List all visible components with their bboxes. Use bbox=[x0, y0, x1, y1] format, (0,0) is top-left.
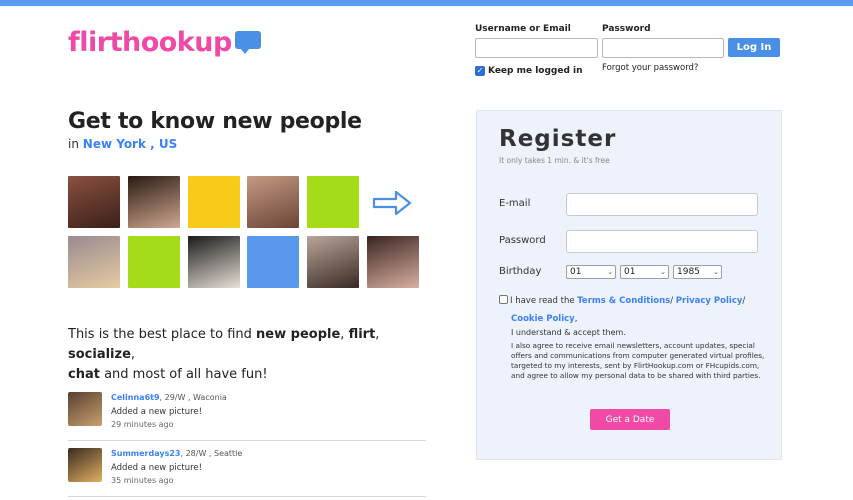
checkbox-checked-icon[interactable]: ✓ bbox=[475, 66, 485, 76]
page-headline: Get to know new people bbox=[68, 109, 362, 134]
chevron-down-icon: ⌄ bbox=[713, 268, 719, 276]
birthday-day-value: 01 bbox=[570, 267, 582, 277]
birthday-month-select[interactable]: 01 ⌄ bbox=[620, 265, 669, 279]
logo-text: flirthookup bbox=[68, 27, 232, 58]
photo-placeholder bbox=[128, 236, 180, 288]
activity-action: Added a new picture! bbox=[111, 407, 203, 417]
tagline-bold: socialize bbox=[68, 347, 131, 362]
photo-placeholder bbox=[307, 176, 359, 228]
username-input[interactable] bbox=[475, 38, 598, 58]
location-prefix: in bbox=[68, 137, 79, 151]
photo-placeholder bbox=[188, 176, 240, 228]
terms-checkbox[interactable] bbox=[499, 295, 508, 304]
profile-photo[interactable] bbox=[367, 236, 419, 288]
email-field[interactable] bbox=[566, 193, 758, 216]
birthday-month-value: 01 bbox=[624, 267, 636, 277]
cookie-policy-link[interactable]: Cookie Policy bbox=[511, 314, 575, 324]
agreement-text: I also agree to receive email newsletter… bbox=[511, 341, 765, 380]
activity-username[interactable]: Summerdays23 bbox=[111, 449, 181, 458]
keep-logged-in-label: Keep me logged in bbox=[488, 66, 583, 76]
profile-photo[interactable] bbox=[247, 176, 299, 228]
birthday-year-select[interactable]: 1985 ⌄ bbox=[673, 265, 722, 279]
tagline-text: and most of all have fun! bbox=[99, 367, 268, 382]
terms-link[interactable]: Terms & Conditions bbox=[577, 296, 670, 306]
register-panel: Register It only takes 1 min. & it's fre… bbox=[476, 110, 782, 460]
activity-user-details: , 29/W , Waconia bbox=[159, 393, 227, 402]
keep-logged-in[interactable]: ✓ Keep me logged in bbox=[475, 66, 583, 76]
email-label: E-mail bbox=[499, 198, 531, 209]
photo-placeholder bbox=[247, 236, 299, 288]
password-label: Password bbox=[602, 24, 651, 34]
activity-time: 29 minutes ago bbox=[111, 420, 174, 429]
register-title: Register bbox=[499, 126, 617, 152]
profile-photo[interactable] bbox=[68, 236, 120, 288]
activity-user-details: , 28/W , Seattle bbox=[180, 449, 243, 458]
avatar[interactable] bbox=[68, 392, 102, 426]
profile-photo[interactable] bbox=[307, 236, 359, 288]
terms-prefix: I have read the bbox=[510, 296, 578, 306]
chevron-down-icon: ⌄ bbox=[660, 268, 666, 276]
top-accent-bar bbox=[0, 0, 853, 6]
password-input[interactable] bbox=[602, 38, 724, 58]
register-password-label: Password bbox=[499, 235, 546, 246]
username-label: Username or Email bbox=[475, 24, 571, 34]
profile-photo[interactable] bbox=[188, 236, 240, 288]
register-subtitle: It only takes 1 min. & it's free bbox=[499, 156, 610, 165]
tagline-bold: flirt bbox=[348, 327, 376, 342]
tagline-text: This is the best place to find bbox=[68, 327, 257, 342]
location-link[interactable]: New York , US bbox=[83, 137, 177, 151]
birthday-label: Birthday bbox=[499, 266, 542, 277]
forgot-password-link[interactable]: Forgot your password? bbox=[602, 63, 698, 73]
tagline-bold: chat bbox=[68, 367, 100, 382]
tagline: This is the best place to find new peopl… bbox=[68, 325, 438, 385]
birthday-year-value: 1985 bbox=[677, 267, 700, 277]
chevron-down-icon: ⌄ bbox=[607, 268, 613, 276]
activity-user-line: Celinna6t9, 29/W , Waconia bbox=[111, 393, 227, 402]
tagline-bold: new people bbox=[256, 327, 341, 342]
accept-text: I understand & accept them. bbox=[511, 328, 626, 337]
terms-consent: I have read the Terms & Conditions / Priv… bbox=[499, 294, 769, 326]
activity-username[interactable]: Celinna6t9 bbox=[111, 393, 160, 402]
location-line: in New York , US bbox=[68, 137, 177, 151]
chat-bubble-icon bbox=[234, 31, 261, 54]
profile-photo[interactable] bbox=[68, 176, 120, 228]
birthday-day-select[interactable]: 01 ⌄ bbox=[566, 265, 616, 279]
arrow-right-icon[interactable] bbox=[372, 189, 412, 217]
site-logo[interactable]: flirthookup bbox=[68, 29, 261, 57]
activity-item: Summerdays23, 28/W , Seattle Added a new… bbox=[68, 444, 426, 497]
activity-action: Added a new picture! bbox=[111, 463, 203, 473]
register-password-field[interactable] bbox=[566, 230, 758, 253]
activity-item: Celinna6t9, 29/W , Waconia Added a new p… bbox=[68, 388, 426, 441]
get-a-date-button[interactable]: Get a Date bbox=[590, 409, 670, 430]
tagline-text: , bbox=[130, 347, 136, 362]
cookie-line: Cookie Policy, bbox=[511, 312, 769, 326]
tagline-text: , bbox=[340, 327, 349, 342]
tagline-text: , bbox=[375, 327, 380, 342]
avatar[interactable] bbox=[68, 448, 102, 482]
activity-feed: Celinna6t9, 29/W , Waconia Added a new p… bbox=[68, 388, 426, 497]
login-button[interactable]: Log In bbox=[728, 38, 780, 57]
privacy-policy-link[interactable]: Privacy Policy bbox=[676, 296, 743, 306]
activity-time: 35 minutes ago bbox=[111, 476, 174, 485]
terms-separator: / bbox=[742, 296, 746, 306]
terms-separator: , bbox=[574, 314, 578, 324]
profile-photo[interactable] bbox=[128, 176, 180, 228]
activity-user-line: Summerdays23, 28/W , Seattle bbox=[111, 449, 242, 458]
